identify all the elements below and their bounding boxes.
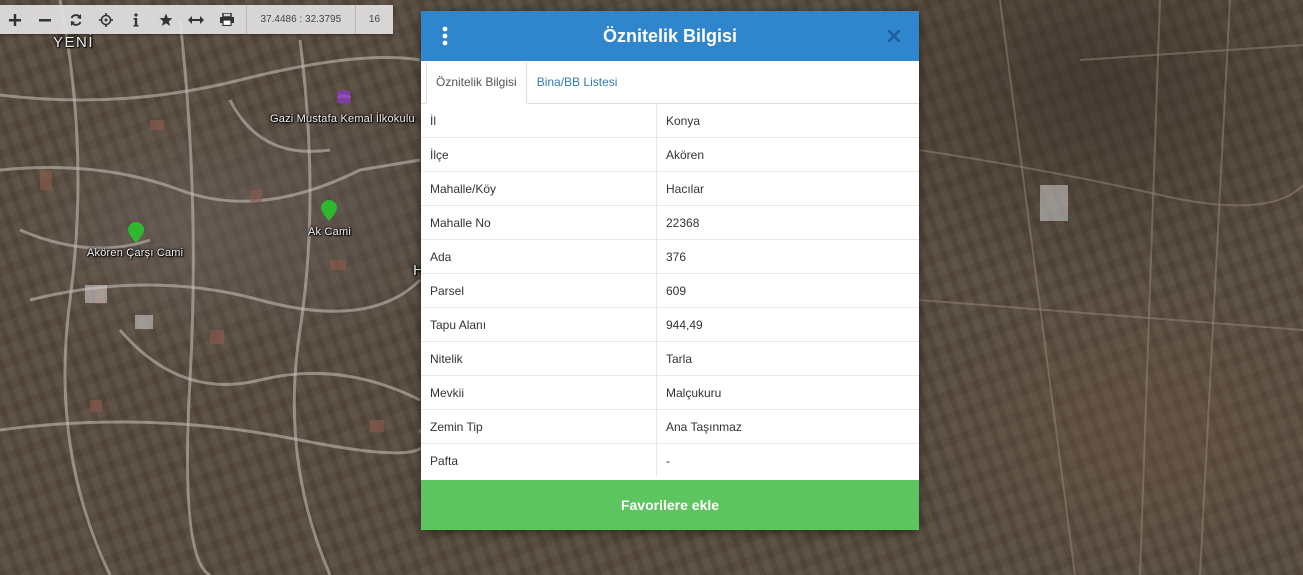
map-toolbar: 37.4486 : 32.3795 16 [0, 5, 393, 34]
print-icon [219, 13, 234, 26]
attribute-key: Nitelik [421, 341, 657, 376]
table-row: Parsel 609 [421, 273, 919, 308]
table-row: İl Konya [421, 104, 919, 138]
attribute-value: Konya [666, 113, 701, 128]
star-icon [159, 13, 173, 26]
map-label-mosque-1[interactable]: Akören Çarşı Cami [87, 247, 183, 259]
table-row: Mahalle/Köy Hacılar [421, 171, 919, 206]
print-button[interactable] [212, 5, 242, 34]
attribute-key: Mahalle No [421, 205, 657, 240]
attribute-key: İl [421, 104, 657, 138]
dialog-header: Öznitelik Bilgisi [421, 11, 919, 61]
locate-button[interactable] [91, 5, 121, 34]
map-label-neighborhood: YENİ [53, 34, 95, 51]
school-marker-icon[interactable] [335, 88, 353, 110]
attribute-value: Tarla [656, 341, 919, 376]
table-row: Ada 376 [421, 239, 919, 274]
attribute-key: Parsel [421, 273, 657, 308]
table-row: Zemin Tip Ana Taşınmaz [421, 409, 919, 444]
coordinate-readout: 37.4486 : 32.3795 [245, 5, 355, 34]
attribute-info-dialog: Öznitelik Bilgisi Öznitelik Bilgisi Bina… [421, 11, 919, 530]
attribute-key: Zemin Tip [421, 409, 657, 444]
attribute-value: Malçukuru [656, 375, 919, 410]
map-label-school[interactable]: Gazi Mustafa Kemal İlkokulu [270, 113, 415, 125]
table-row: Mahalle No 22368 [421, 205, 919, 240]
tab-building-list[interactable]: Bina/BB Listesi [527, 62, 627, 103]
attribute-key: Tapu Alanı [421, 307, 657, 342]
table-row: Mevkii Malçukuru [421, 375, 919, 410]
more-options-icon[interactable] [440, 26, 450, 46]
refresh-icon [70, 13, 81, 26]
attribute-key: Mahalle/Köy [421, 171, 657, 206]
refresh-button[interactable] [60, 5, 90, 34]
tab-attribute-info[interactable]: Öznitelik Bilgisi [426, 62, 527, 104]
dialog-title: Öznitelik Bilgisi [602, 25, 738, 46]
mosque-marker-icon[interactable] [320, 200, 338, 222]
map-label-mosque-2[interactable]: Ak Cami [308, 226, 351, 238]
mosque-marker-icon[interactable] [127, 222, 145, 244]
measure-icon [188, 15, 205, 24]
attribute-key: Pafta [421, 443, 657, 477]
info-icon [133, 12, 139, 26]
attribute-key: Mevkii [421, 375, 657, 410]
locate-icon [98, 12, 113, 27]
attribute-value: Akören [656, 137, 919, 172]
close-icon [888, 30, 900, 42]
table-row: Nitelik Tarla [421, 341, 919, 376]
table-row: Tapu Alanı 944,49 [421, 307, 919, 342]
attribute-value: 609 [656, 273, 919, 308]
zoom-out-button[interactable] [30, 5, 60, 34]
favorite-star-button[interactable] [151, 5, 181, 34]
zoom-out-icon [39, 18, 52, 21]
table-row: İlçe Akören [421, 137, 919, 172]
attribute-value: 944,49 [656, 307, 919, 342]
attribute-key: Ada [421, 239, 657, 274]
attribute-value: - [656, 443, 919, 477]
zoom-in-icon [9, 13, 22, 26]
zoom-in-button[interactable] [0, 5, 30, 34]
attribute-table: İl Konya İlçe Akören Mahalle/Köy Hacılar Mahal… [421, 104, 919, 477]
info-button[interactable] [121, 5, 151, 34]
dialog-tabs: Öznitelik Bilgisi Bina/BB Listesi [421, 61, 919, 104]
attribute-value: 376 [656, 239, 919, 274]
table-row: Pafta - [421, 443, 919, 477]
attribute-value: 22368 [656, 205, 919, 240]
add-to-favorites-button[interactable]: Favorilere ekle [421, 480, 919, 530]
attribute-key: İlçe [421, 137, 657, 172]
zoom-level-readout: 16 [354, 5, 393, 34]
attribute-value: Hacılar [656, 171, 919, 206]
measure-button[interactable] [181, 5, 211, 34]
close-button[interactable] [882, 24, 906, 48]
attribute-value: Ana Taşınmaz [656, 409, 919, 444]
